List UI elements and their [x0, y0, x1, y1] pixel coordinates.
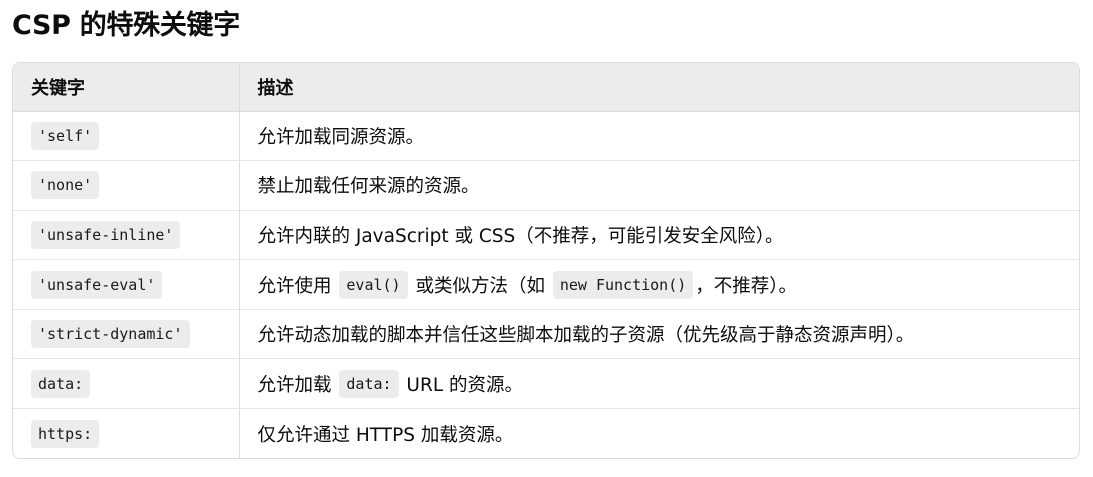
keyword-cell: 'unsafe-eval' — [13, 259, 240, 310]
description-text: 允许内联的 JavaScript 或 CSS（不推荐，可能引发安全风险）。 — [257, 225, 784, 247]
keyword-code: https: — [31, 419, 100, 448]
description-cell: 禁止加载任何来源的资源。 — [239, 160, 1079, 211]
description-text: URL 的资源。 — [400, 374, 524, 396]
keyword-code: 'self' — [31, 121, 100, 150]
table-row: https: 仅允许通过 HTTPS 加载资源。 — [13, 408, 1079, 458]
description-text: 允许动态加载的脚本并信任这些脚本加载的子资源（优先级高于静态资源声明）。 — [257, 325, 915, 347]
description-text: 或类似方法（如 — [409, 275, 551, 297]
column-header-keyword: 关键字 — [13, 63, 240, 112]
table-row: 'unsafe-eval' 允许使用 eval() 或类似方法（如 new Fun… — [13, 259, 1079, 310]
keyword-code: 'none' — [31, 171, 100, 200]
column-header-description: 描述 — [239, 63, 1079, 112]
keyword-code: 'unsafe-eval' — [31, 270, 163, 299]
csp-keywords-table: 关键字 描述 'self' 允许加载同源资源。 'none' 禁止加载任何来源的资源。… — [12, 62, 1080, 459]
description-text: ，不推荐）。 — [695, 275, 798, 297]
inline-code: new Function() — [552, 270, 694, 299]
description-cell: 允许内联的 JavaScript 或 CSS（不推荐，可能引发安全风险）。 — [239, 210, 1079, 261]
table-header-row: 关键字 描述 — [13, 63, 1079, 112]
table-row: data: 允许加载 data: URL 的资源。 — [13, 358, 1079, 410]
keyword-code: 'unsafe-inline' — [31, 220, 181, 249]
keyword-cell: 'self' — [13, 111, 240, 162]
description-text: 禁止加载任何来源的资源。 — [257, 176, 480, 198]
keyword-cell: 'none' — [13, 160, 240, 211]
keyword-code: data: — [31, 369, 91, 398]
keyword-cell: 'strict-dynamic' — [13, 309, 240, 360]
inline-code: data: — [339, 369, 399, 398]
page-title: CSP 的特殊关键字 — [12, 10, 240, 41]
table-row: 'strict-dynamic' 允许动态加载的脚本并信任这些脚本加载的子资源（优… — [13, 309, 1079, 360]
description-text: 允许使用 — [257, 275, 338, 297]
keyword-cell: data: — [13, 358, 240, 410]
description-cell: 允许动态加载的脚本并信任这些脚本加载的子资源（优先级高于静态资源声明）。 — [239, 309, 1079, 360]
inline-code: eval() — [339, 270, 408, 299]
description-cell: 允许加载 data: URL 的资源。 — [239, 358, 1079, 410]
description-cell: 仅允许通过 HTTPS 加载资源。 — [239, 409, 1079, 458]
keyword-cell: https: — [13, 408, 240, 458]
description-text: 仅允许通过 HTTPS 加载资源。 — [257, 424, 514, 446]
description-text: 允许加载同源资源。 — [257, 126, 425, 148]
description-cell: 允许加载同源资源。 — [239, 111, 1079, 162]
keyword-cell: 'unsafe-inline' — [13, 210, 240, 261]
table-row: 'none' 禁止加载任何来源的资源。 — [13, 160, 1079, 211]
table-row: 'unsafe-inline' 允许内联的 JavaScript 或 CSS（不推… — [13, 210, 1079, 261]
description-cell: 允许使用 eval() 或类似方法（如 new Function() ，不推荐）。 — [239, 259, 1079, 310]
description-text: 允许加载 — [257, 374, 338, 396]
keyword-code: 'strict-dynamic' — [31, 320, 190, 349]
table-row: 'self' 允许加载同源资源。 — [13, 111, 1079, 162]
